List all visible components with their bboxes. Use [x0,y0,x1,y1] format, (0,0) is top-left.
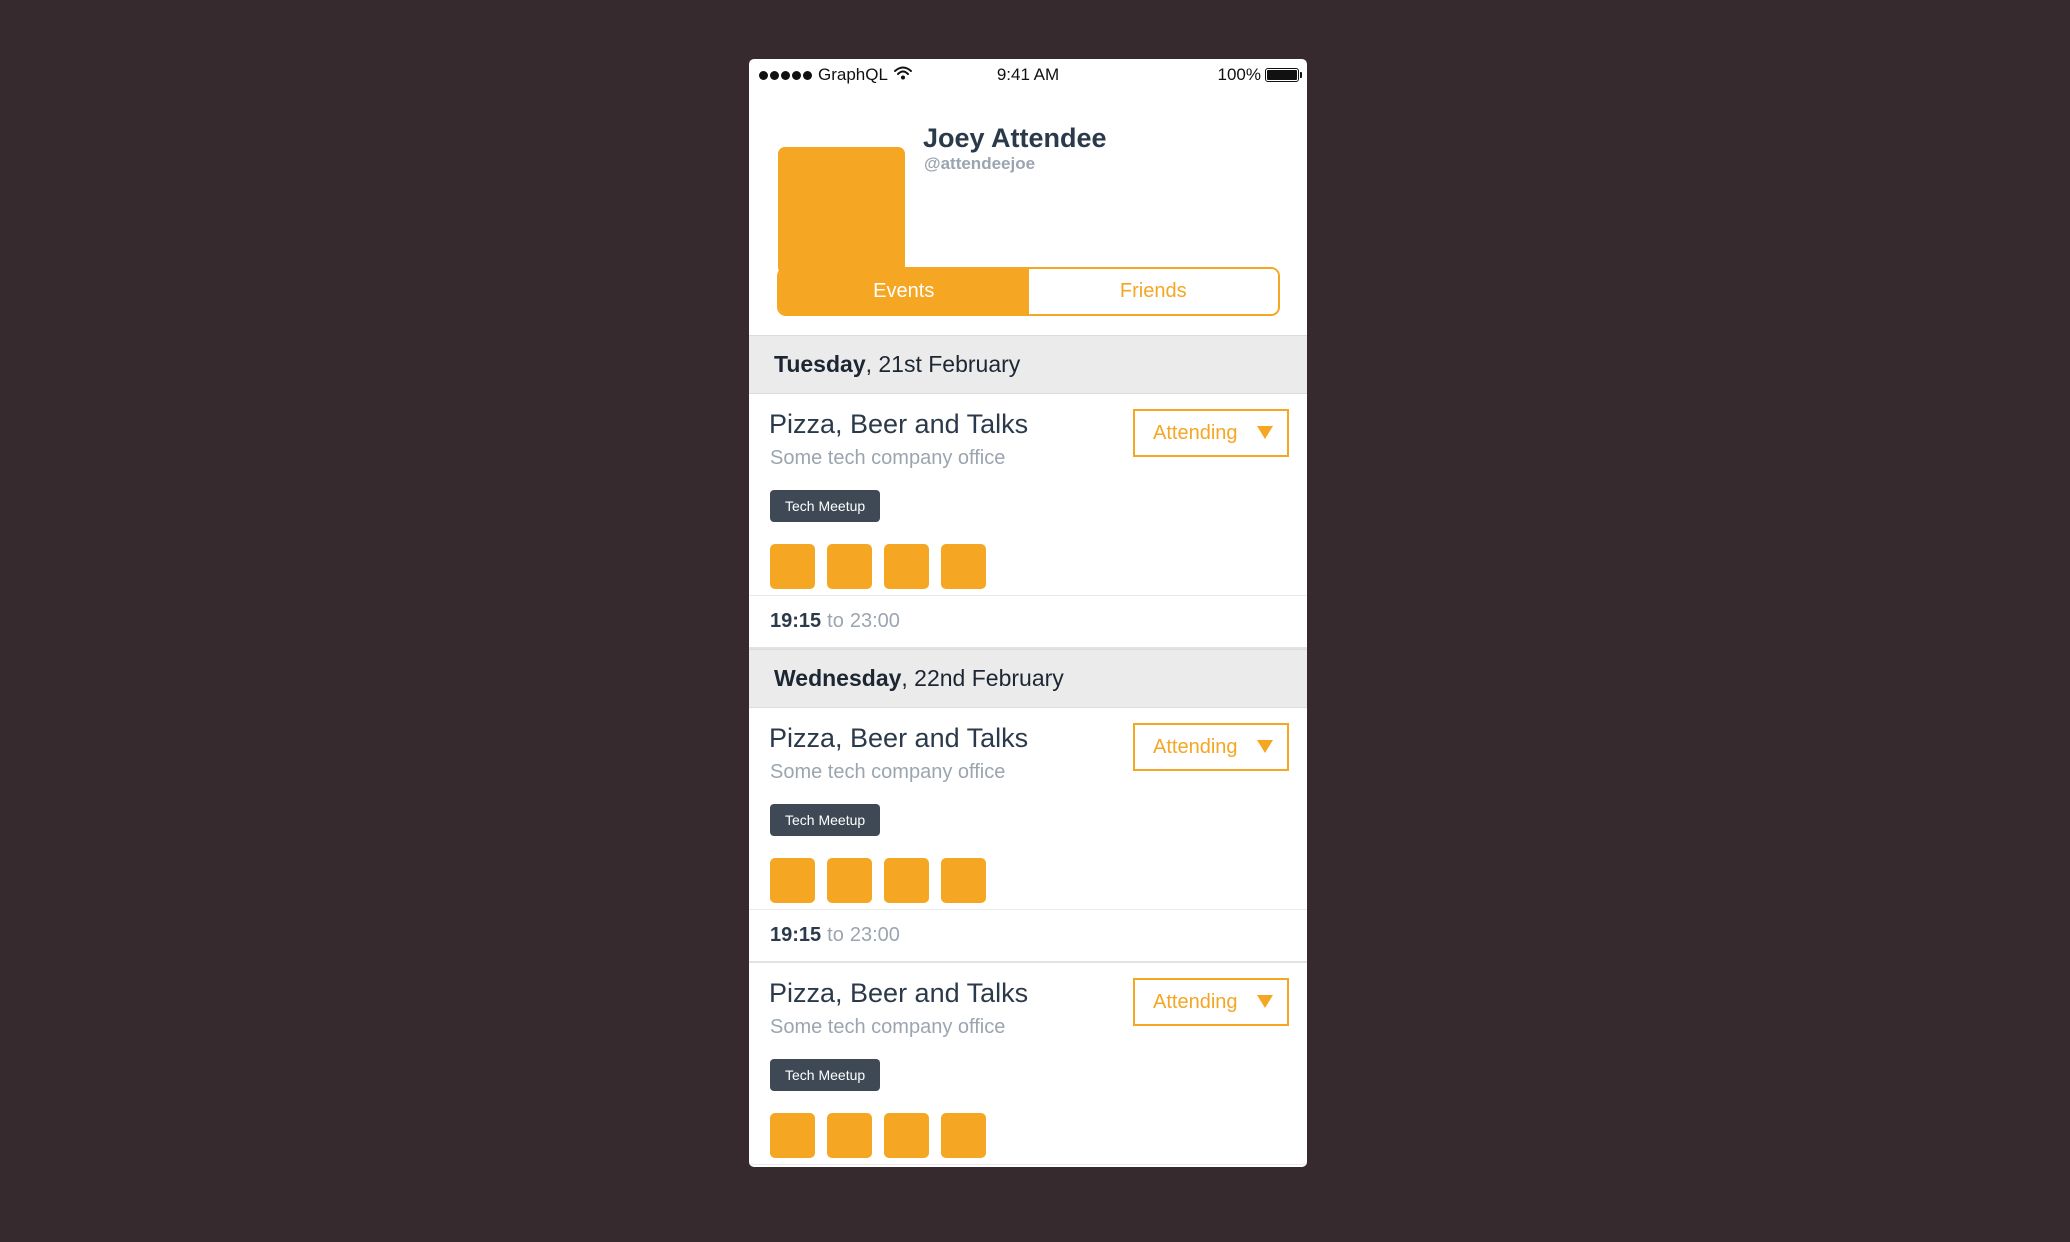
attendance-status-label: Attending [1153,421,1238,444]
status-right: 100% [1217,65,1302,85]
attendee-avatar[interactable] [827,858,872,903]
event-location: Some tech company office [770,1016,1006,1038]
event-tag[interactable]: Tech Meetup [770,1059,881,1091]
status-bar: GraphQL 9:41 AM 100% [749,59,1307,91]
event-title: Pizza, Beer and Talks [769,409,1029,439]
day-weekday: Tuesday [774,351,866,377]
event-end-time: 23:00 [849,610,900,632]
attendance-status-label: Attending [1153,735,1238,758]
attendee-avatar[interactable] [941,544,986,589]
event-tag[interactable]: Tech Meetup [770,490,881,522]
profile-avatar [778,147,905,274]
attendee-avatar[interactable] [827,544,872,589]
battery-percentage: 100% [1217,65,1261,84]
attendee-avatar[interactable] [941,858,986,903]
battery-icon [1265,68,1302,82]
event-start-time: 19:15 [770,924,822,946]
day-date: , 21st February [865,351,1021,377]
attendance-status-dropdown[interactable]: Attending [1133,409,1289,457]
event-card[interactable]: Pizza, Beer and Talks Some tech company … [749,708,1307,910]
phone-screen: GraphQL 9:41 AM 100% Joey Attendee @atte… [749,59,1307,1167]
event-time: 19:15 to 23:00 [749,910,1307,963]
event-card[interactable]: Pizza, Beer and Talks Some tech company … [749,394,1307,596]
profile-name: Joey Attendee [923,123,1107,153]
attendance-status-dropdown[interactable]: Attending [1133,723,1289,771]
attendee-avatar[interactable] [884,858,929,903]
attendance-status-dropdown[interactable]: Attending [1133,978,1289,1026]
attendee-avatar[interactable] [770,858,815,903]
attendee-avatar[interactable] [770,1113,815,1158]
caret-down-icon [1257,426,1273,439]
event-location: Some tech company office [770,761,1006,783]
attendee-avatar[interactable] [884,1113,929,1158]
event-end-time: 23:00 [849,924,900,946]
attendance-status-label: Attending [1153,990,1238,1013]
attendee-avatar[interactable] [770,544,815,589]
attendee-avatars [770,544,986,589]
day-header: Tuesday, 21st February [749,335,1307,394]
day-header: Wednesday, 22nd February [749,649,1307,708]
attendee-avatar[interactable] [827,1113,872,1158]
event-tag[interactable]: Tech Meetup [770,804,881,836]
event-time: 19:15 to 23:00 [749,596,1307,649]
profile-handle: @attendeejoe [924,154,1036,173]
event-title: Pizza, Beer and Talks [769,723,1029,753]
event-list: Tuesday, 21st February Pizza, Beer and T… [749,335,1307,1165]
attendee-avatar[interactable] [941,1113,986,1158]
event-title: Pizza, Beer and Talks [769,978,1029,1008]
event-time-separator: to [827,924,844,946]
attendee-avatar[interactable] [884,544,929,589]
caret-down-icon [1257,995,1273,1008]
event-time-separator: to [827,610,844,632]
event-location: Some tech company office [770,447,1006,469]
attendee-avatars [770,1113,986,1158]
day-date: , 22nd February [901,665,1064,691]
event-card[interactable]: Pizza, Beer and Talks Some tech company … [749,963,1307,1165]
tab-friends[interactable]: Friends [1028,269,1278,314]
caret-down-icon [1257,740,1273,753]
day-weekday: Wednesday [774,665,902,691]
profile-header: Joey Attendee @attendeejoe [749,91,1307,274]
tab-events[interactable]: Events [779,269,1029,314]
attendee-avatars [770,858,986,903]
events-friends-segmented-control: Events Friends [777,267,1280,316]
event-start-time: 19:15 [770,610,822,632]
